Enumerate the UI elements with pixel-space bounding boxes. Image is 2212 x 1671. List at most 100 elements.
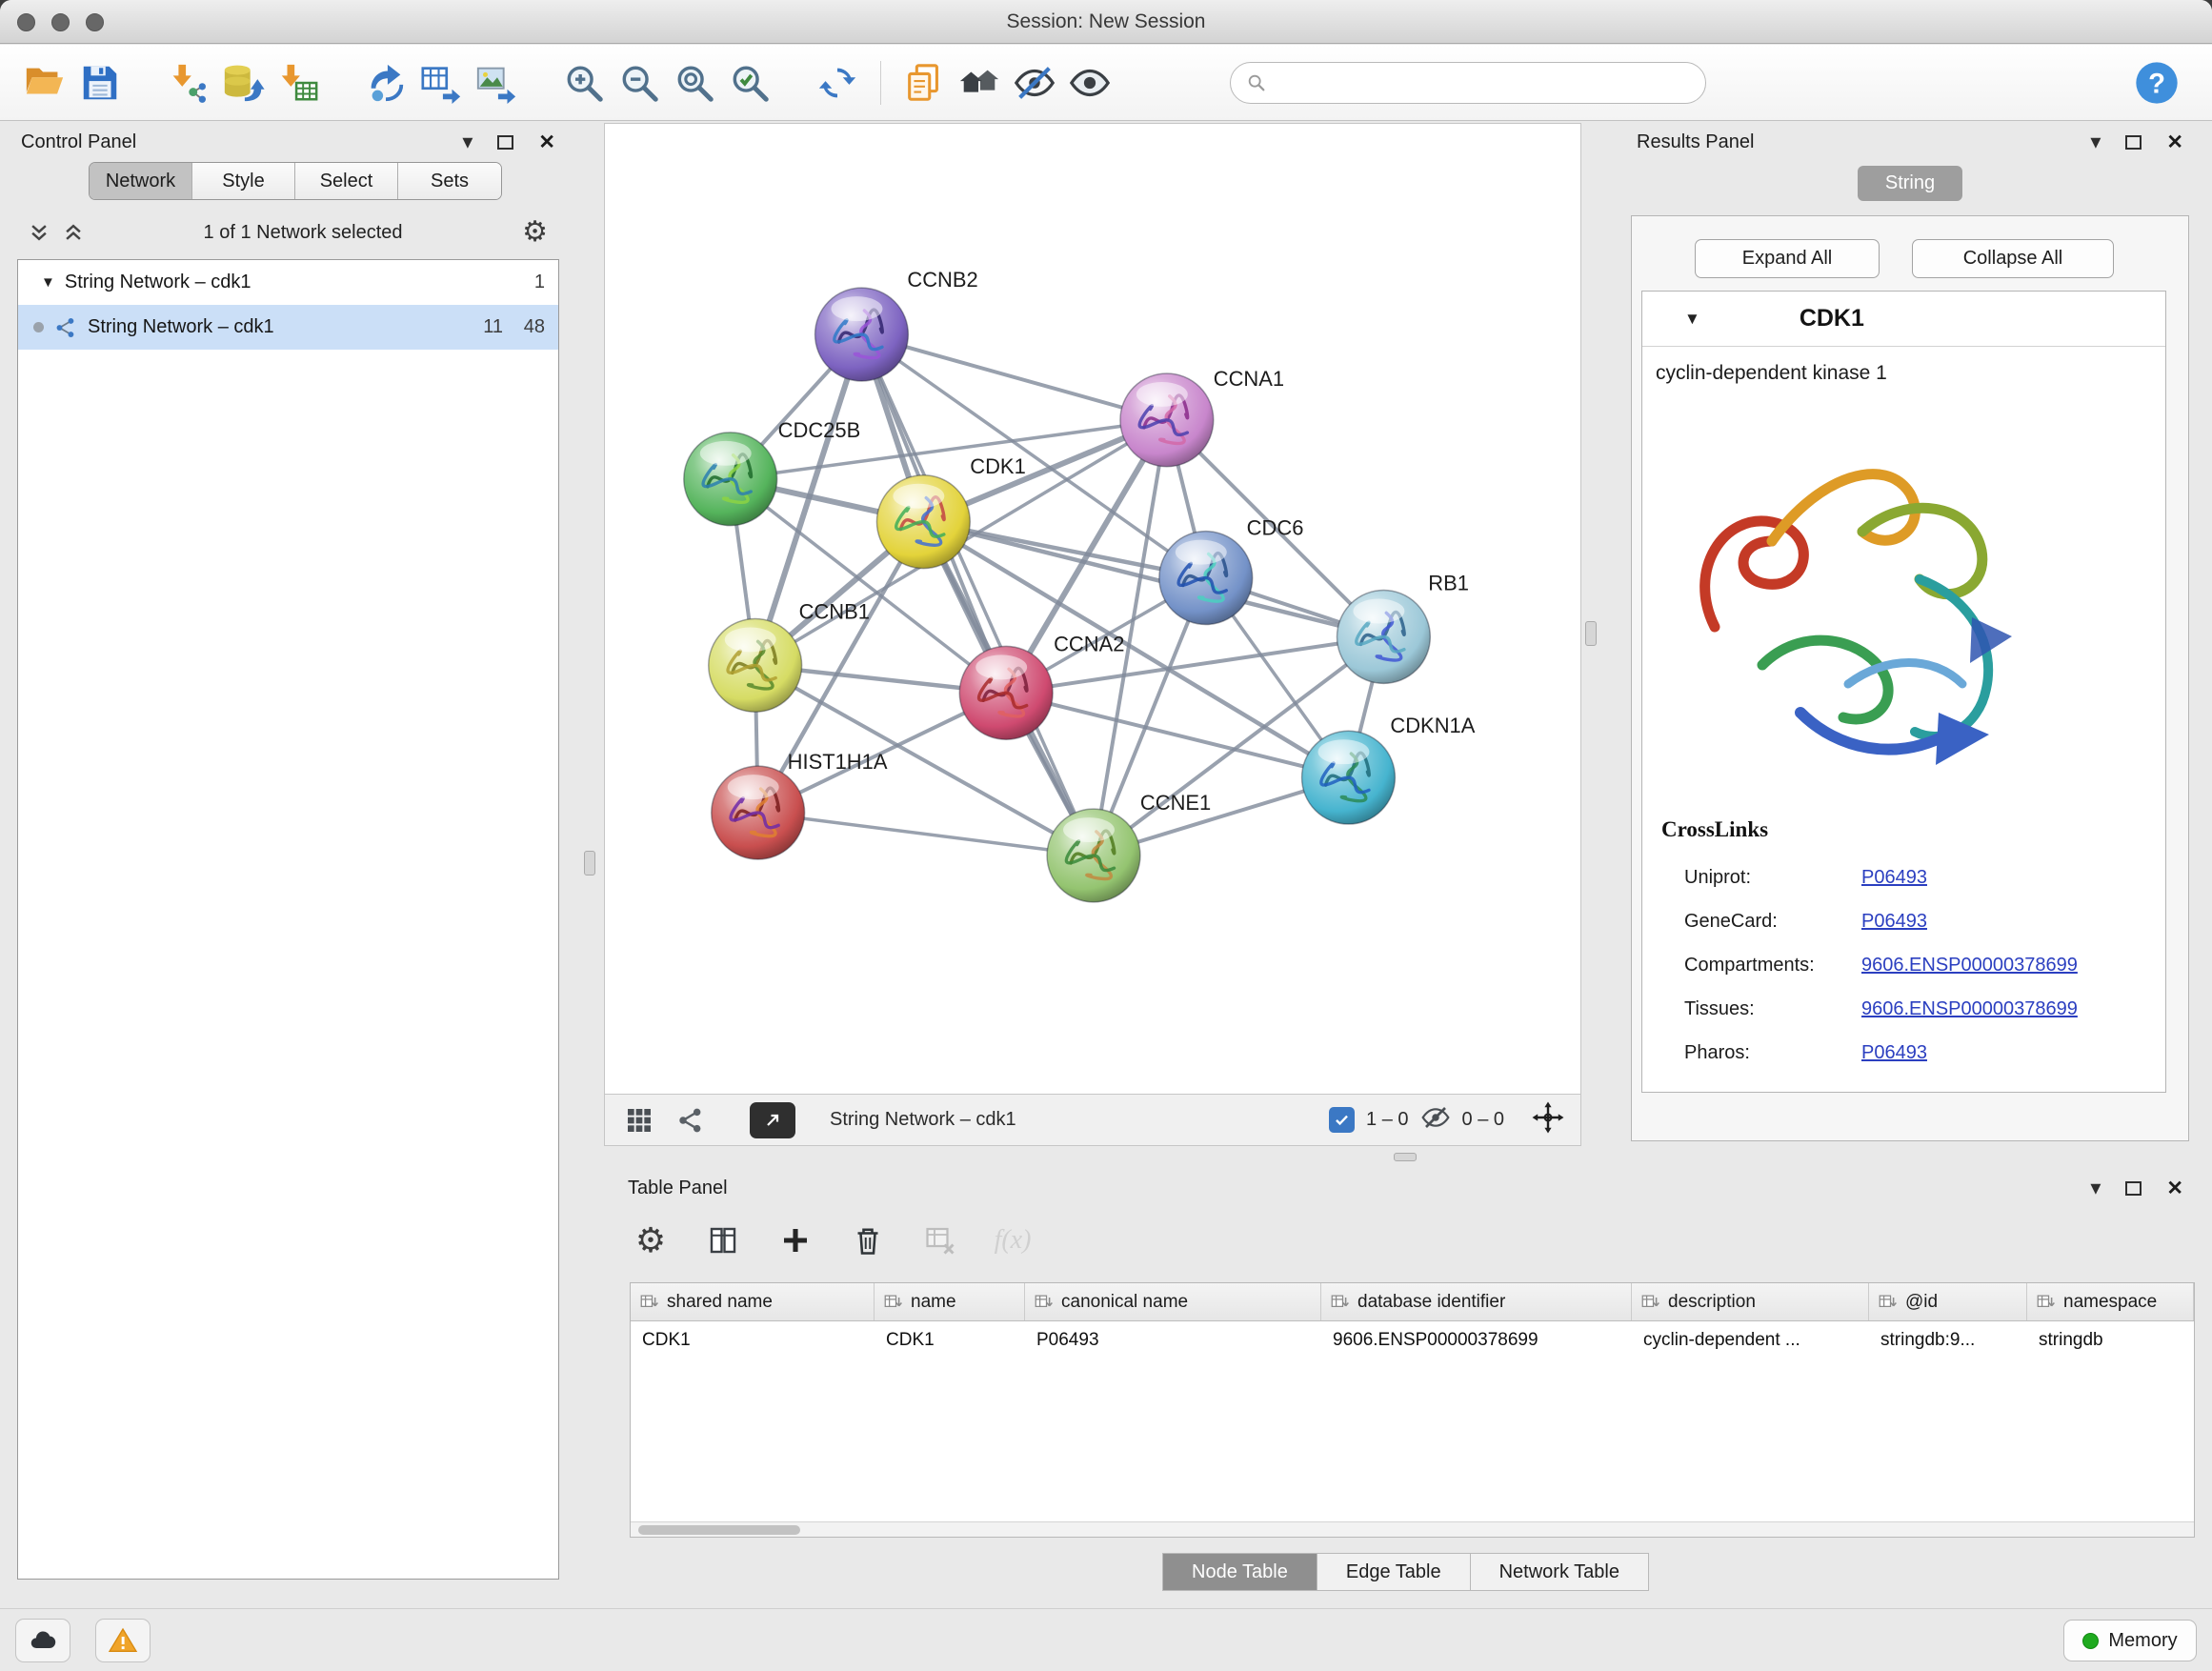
expand-all-icon[interactable] — [63, 222, 84, 243]
network-node-CDC25B[interactable] — [684, 433, 777, 526]
hide-details-button[interactable] — [1007, 53, 1062, 112]
panel-menu-icon[interactable]: ▾ — [462, 131, 473, 152]
import-network-database-button[interactable] — [215, 53, 271, 112]
import-network-file-button[interactable] — [160, 53, 215, 112]
tab-edge-table[interactable]: Edge Table — [1317, 1553, 1471, 1591]
memory-button[interactable]: Memory — [2063, 1620, 2197, 1661]
network-node-CCNE1[interactable] — [1047, 809, 1140, 902]
results-tab-string[interactable]: String — [1858, 166, 1962, 201]
splitter-handle[interactable] — [584, 851, 595, 876]
selected-checkbox-icon[interactable] — [1329, 1107, 1355, 1133]
delete-column-button[interactable] — [847, 1219, 889, 1261]
network-collection-row[interactable]: ▼ String Network – cdk1 1 — [18, 260, 558, 305]
network-view-button[interactable] — [672, 1101, 710, 1139]
warnings-button[interactable] — [95, 1619, 151, 1662]
network-edge[interactable] — [861, 334, 1094, 856]
new-network-button[interactable] — [358, 53, 413, 112]
collapse-all-icon[interactable] — [29, 222, 50, 243]
crosslink-link[interactable]: 9606.ENSP00000378699 — [1861, 955, 2078, 976]
import-table-button[interactable] — [271, 53, 326, 112]
crosslink-link[interactable]: P06493 — [1861, 867, 1927, 889]
save-session-button[interactable] — [72, 53, 128, 112]
crosslink-link[interactable]: 9606.ENSP00000378699 — [1861, 998, 2078, 1020]
tab-sets[interactable]: Sets — [398, 163, 501, 199]
column-header[interactable]: namespace — [2027, 1283, 2194, 1320]
birdseye-view-button[interactable] — [750, 1102, 795, 1138]
add-column-button[interactable] — [774, 1219, 816, 1261]
network-edge[interactable] — [861, 334, 1166, 420]
show-columns-button[interactable] — [702, 1219, 744, 1261]
network-node-CCNB2[interactable] — [815, 288, 909, 381]
splitter-handle[interactable] — [1394, 1153, 1417, 1161]
column-header[interactable]: @id — [1869, 1283, 2027, 1320]
tab-select[interactable]: Select — [295, 163, 398, 199]
table-settings-button[interactable]: ⚙ — [630, 1219, 672, 1261]
network-edge[interactable] — [758, 813, 1094, 856]
network-view[interactable]: CCNB2CCNA1CDC25BCDK1CDC6RB1CCNB1CCNA2CDK… — [604, 123, 1581, 1094]
pan-crosshair-icon[interactable] — [1531, 1100, 1565, 1139]
network-node-CCNB1[interactable] — [709, 618, 802, 712]
scrollbar-thumb[interactable] — [638, 1525, 800, 1535]
expand-all-button[interactable]: Expand All — [1695, 239, 1880, 278]
copy-button[interactable] — [896, 53, 952, 112]
tree-disclosure-icon[interactable]: ▼ — [41, 274, 55, 291]
network-row[interactable]: String Network – cdk1 11 48 — [18, 305, 558, 350]
zoom-out-button[interactable] — [612, 53, 667, 112]
column-header[interactable]: database identifier — [1321, 1283, 1632, 1320]
section-disclosure-icon[interactable]: ▼ — [1684, 310, 1700, 329]
tab-network[interactable]: Network — [90, 163, 192, 199]
column-header[interactable]: canonical name — [1025, 1283, 1321, 1320]
tab-network-table[interactable]: Network Table — [1471, 1553, 1649, 1591]
close-panel-icon[interactable]: ✕ — [2166, 132, 2183, 152]
panel-menu-icon[interactable]: ▾ — [2090, 1178, 2101, 1198]
zoom-fit-button[interactable] — [667, 53, 722, 112]
network-node-CDC6[interactable] — [1159, 532, 1253, 625]
tab-style[interactable]: Style — [192, 163, 295, 199]
cell-description[interactable]: cyclin-dependent ... — [1632, 1321, 1869, 1359]
crosslink-link[interactable]: P06493 — [1861, 911, 1927, 933]
cell-database-identifier[interactable]: 9606.ENSP00000378699 — [1321, 1321, 1632, 1359]
tab-node-table[interactable]: Node Table — [1162, 1553, 1317, 1591]
gene-section-header[interactable]: ▼ CDK1 — [1642, 292, 2165, 347]
float-panel-icon[interactable] — [2125, 1181, 2142, 1196]
cell-name[interactable]: CDK1 — [875, 1321, 1025, 1359]
cloud-button[interactable] — [15, 1619, 70, 1662]
crosslink-link[interactable]: P06493 — [1861, 1042, 1927, 1064]
cell-namespace[interactable]: stringdb — [2027, 1321, 2194, 1359]
column-header[interactable]: name — [875, 1283, 1025, 1320]
help-button[interactable]: ? — [2132, 58, 2182, 108]
export-image-button[interactable] — [469, 53, 524, 112]
show-overview-button[interactable] — [952, 53, 1007, 112]
splitter-handle[interactable] — [1585, 621, 1597, 646]
apply-layout-button[interactable] — [810, 53, 865, 112]
close-panel-icon[interactable]: ✕ — [538, 132, 555, 152]
collapse-all-button[interactable]: Collapse All — [1912, 239, 2114, 278]
column-header[interactable]: shared name — [631, 1283, 875, 1320]
column-header[interactable]: description — [1632, 1283, 1869, 1320]
show-details-button[interactable] — [1062, 53, 1117, 112]
network-node-CCNA2[interactable] — [959, 646, 1053, 739]
zoom-selected-button[interactable] — [722, 53, 777, 112]
cell-shared-name[interactable]: CDK1 — [631, 1321, 875, 1359]
close-window-icon[interactable] — [17, 13, 35, 31]
network-node-CDK1[interactable] — [876, 475, 970, 569]
export-table-button[interactable] — [413, 53, 469, 112]
network-options-gear-icon[interactable]: ⚙ — [522, 218, 548, 247]
maximize-window-icon[interactable] — [86, 13, 104, 31]
network-node-CCNA1[interactable] — [1120, 373, 1214, 467]
minimize-window-icon[interactable] — [51, 13, 70, 31]
cell-id[interactable]: stringdb:9... — [1869, 1321, 2027, 1359]
search-input[interactable] — [1277, 72, 1690, 93]
cell-canonical-name[interactable]: P06493 — [1025, 1321, 1321, 1359]
open-session-button[interactable] — [17, 53, 72, 112]
network-node-RB1[interactable] — [1337, 591, 1430, 684]
float-panel-icon[interactable] — [497, 135, 513, 150]
panel-menu-icon[interactable]: ▾ — [2090, 131, 2101, 152]
close-panel-icon[interactable]: ✕ — [2166, 1178, 2183, 1198]
network-node-HIST1H1A[interactable] — [712, 766, 805, 859]
horizontal-scrollbar[interactable] — [631, 1521, 2194, 1537]
zoom-in-button[interactable] — [556, 53, 612, 112]
table-row[interactable]: CDK1 CDK1 P06493 9606.ENSP00000378699 cy… — [631, 1321, 2194, 1359]
grid-view-button[interactable] — [620, 1101, 658, 1139]
network-node-CDKN1A[interactable] — [1302, 731, 1396, 824]
